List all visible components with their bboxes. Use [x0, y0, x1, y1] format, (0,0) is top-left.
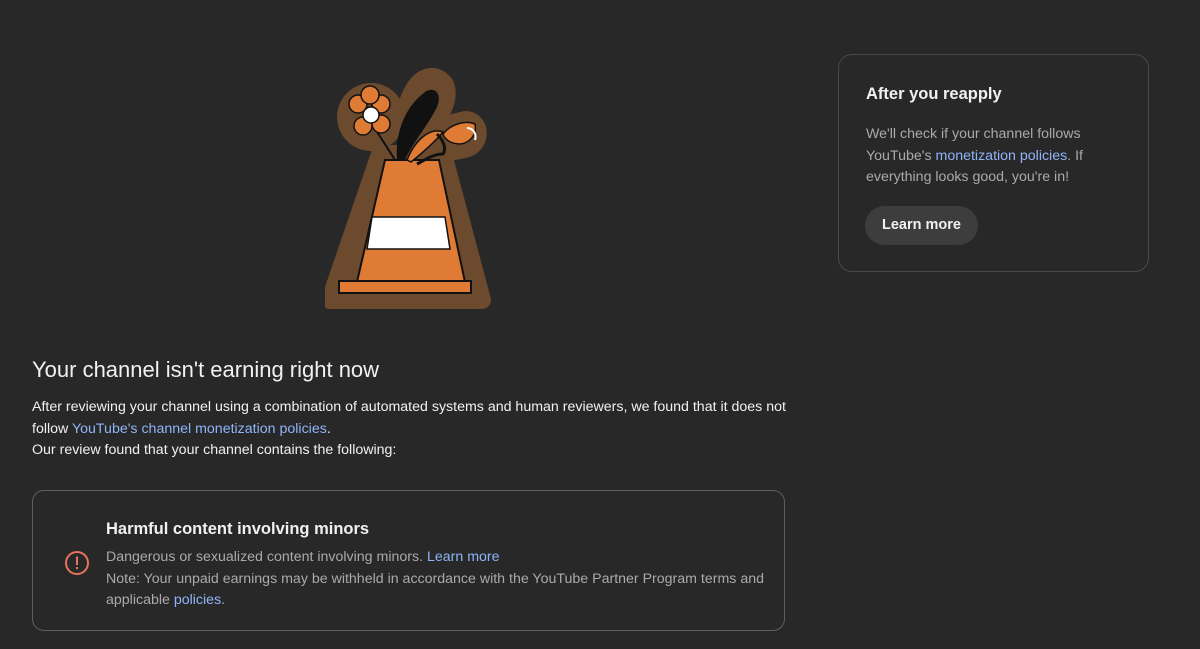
channel-monetization-page: Your channel isn't earning right now Aft…	[0, 0, 1200, 649]
issue-note-end: .	[221, 592, 226, 608]
monetization-policies-link[interactable]: monetization policies	[936, 148, 1068, 164]
issue-description-text: Dangerous or sexualized content involvin…	[106, 549, 427, 565]
page-title: Your channel isn't earning right now	[32, 357, 380, 382]
reapply-title: After you reapply	[866, 85, 1002, 103]
error-circle-icon	[65, 551, 89, 575]
issue-content: Harmful content involving minors Dangero…	[106, 518, 766, 612]
channel-monetization-policies-link[interactable]: YouTube's channel monetization policies	[72, 421, 327, 437]
review-text-end: .	[326, 420, 331, 437]
traffic-cone-illustration	[325, 67, 491, 309]
review-explanation: After reviewing your channel using a com…	[32, 397, 792, 440]
cone-stripe	[366, 216, 451, 250]
issue-title: Harmful content involving minors	[106, 520, 370, 538]
reapply-card: After you reapply We'll check if your ch…	[838, 54, 1149, 272]
learn-more-button[interactable]: Learn more	[865, 206, 978, 245]
policies-link[interactable]: policies	[174, 592, 221, 608]
status-section: Your channel isn't earning right now Aft…	[32, 354, 792, 462]
issue-description: Dangerous or sexualized content involvin…	[106, 547, 766, 569]
reapply-text: We'll check if your channel follows YouT…	[866, 124, 1128, 189]
review-found-text: Our review found that your channel conta…	[32, 442, 397, 458]
issue-learn-more-link[interactable]: Learn more	[427, 549, 500, 565]
issue-note: Note: Your unpaid earnings may be withhe…	[106, 569, 766, 612]
issue-card: Harmful content involving minors Dangero…	[32, 490, 785, 631]
cone-base	[338, 280, 472, 294]
